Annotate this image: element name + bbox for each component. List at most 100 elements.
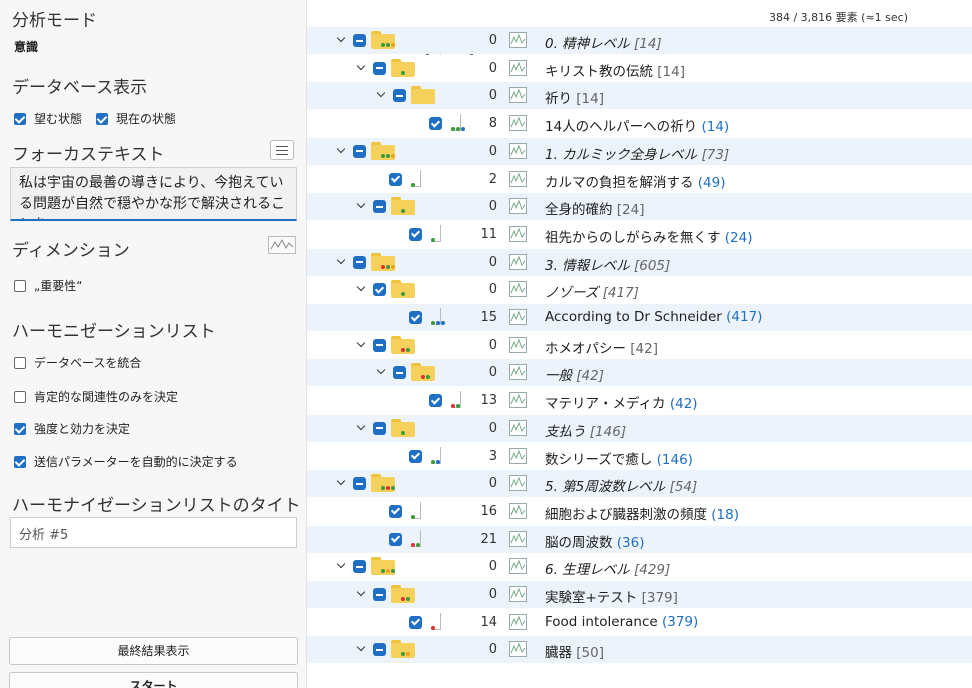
tree-checkbox[interactable]	[429, 394, 442, 408]
waveform-icon[interactable]	[509, 475, 527, 492]
tree-folder-row[interactable]: 0 全身的確約 [24]	[307, 193, 972, 221]
tree-checkbox[interactable]	[393, 89, 406, 103]
chevron-down-icon[interactable]	[357, 423, 367, 433]
tree-folder-row[interactable]: 0 ホメオパシー [42]	[307, 332, 972, 359]
waveform-icon[interactable]	[509, 586, 527, 602]
tree-checkbox[interactable]	[353, 34, 366, 47]
chevron-down-icon[interactable]	[337, 257, 347, 267]
tree-leaf-row[interactable]: 2 カルマの負担を解消する (49)	[307, 166, 972, 193]
document-icon	[407, 169, 423, 189]
waveform-icon[interactable]	[509, 142, 527, 159]
tree-leaf-row[interactable]: 15 According to Dr Schneider (417)	[307, 304, 972, 331]
waveform-icon[interactable]	[509, 309, 527, 325]
waveform-icon[interactable]	[509, 281, 527, 298]
tree-leaf-row[interactable]: 3 数シリーズで癒し (146)	[307, 443, 972, 470]
list-title-input[interactable]: 分析 #5	[10, 517, 297, 548]
tree-folder-row[interactable]: 0 6. 生理レベル [429]	[307, 553, 972, 580]
waveform-icon[interactable]	[509, 336, 527, 353]
tree-folder-row[interactable]: 0 祈り [14]	[307, 82, 972, 110]
tree-checkbox[interactable]	[353, 560, 366, 574]
focus-text-input[interactable]: 私は宇宙の最善の導きにより、今抱えている問題が自然で穏やかな形で解決されることを	[10, 167, 297, 221]
chevron-down-icon[interactable]	[337, 561, 347, 571]
chevron-down-icon[interactable]	[357, 201, 367, 211]
tree-leaf-row[interactable]: 8 14人のヘルパーへの祈り (14)	[307, 110, 972, 137]
chevron-down-icon[interactable]	[337, 478, 347, 488]
start-button[interactable]: スタート	[9, 672, 298, 688]
waveform-icon[interactable]	[509, 364, 527, 381]
tree-folder-row[interactable]: 0 実験室+テスト [379]	[307, 581, 972, 608]
waveform-icon[interactable]	[268, 236, 296, 254]
final-result-button[interactable]: 最終結果表示	[9, 637, 298, 665]
chevron-down-icon[interactable]	[377, 367, 387, 377]
importance-checkbox[interactable]	[14, 279, 26, 292]
current-state-checkbox[interactable]	[96, 112, 109, 125]
chevron-down-icon[interactable]	[357, 63, 367, 73]
tree-checkbox[interactable]	[373, 588, 386, 601]
waveform-icon[interactable]	[509, 613, 527, 630]
tree-folder-row[interactable]: 0 5. 第5周波数レベル [54]	[307, 470, 972, 498]
tree-folder-row[interactable]: 0 一般 [42]	[307, 359, 972, 387]
tree-folder-row[interactable]: 0 3. 情報レベル [605]	[307, 248, 972, 276]
waveform-icon[interactable]	[509, 253, 527, 270]
tree-folder-row[interactable]: 0 ノゾーズ [417]	[307, 276, 972, 303]
tree-checkbox[interactable]	[389, 532, 402, 546]
chevron-down-icon[interactable]	[357, 340, 367, 350]
tree-leaf-row[interactable]: 16 細胞および臓器刺激の頻度 (18)	[307, 498, 972, 525]
tree-checkbox[interactable]	[353, 144, 366, 158]
tree-checkbox[interactable]	[373, 200, 386, 214]
list-view-icon[interactable]	[270, 140, 294, 160]
waveform-icon[interactable]	[509, 419, 527, 436]
tree-leaf-row[interactable]: 14 Food intolerance (379)	[307, 609, 972, 636]
waveform-icon[interactable]	[509, 530, 527, 547]
waveform-icon[interactable]	[509, 502, 527, 519]
tree-folder-row[interactable]: 0 臓器 [50]	[307, 636, 972, 664]
chevron-down-icon[interactable]	[377, 90, 387, 100]
tree-checkbox[interactable]	[353, 255, 366, 269]
tree-checkbox[interactable]	[373, 338, 386, 352]
tree-leaf-row[interactable]: 13 マテリア・メディカ (42)	[307, 387, 972, 414]
waveform-icon[interactable]	[509, 87, 527, 104]
tree-folder-row[interactable]: 0 1. カルミック全身レベル [73]	[307, 137, 972, 165]
tree-panel: 384 / 3,816 要素 (≈1 sec) システム [1,466] 00.…	[306, 0, 972, 688]
tree-checkbox[interactable]	[389, 172, 402, 186]
waveform-icon[interactable]	[509, 198, 527, 215]
waveform-icon[interactable]	[509, 392, 527, 409]
chevron-down-icon[interactable]	[357, 644, 367, 654]
tree-checkbox[interactable]	[409, 449, 422, 463]
chevron-down-icon[interactable]	[337, 35, 347, 45]
intensity-checkbox[interactable]	[14, 422, 26, 435]
folder-icon	[391, 335, 415, 354]
tree-checkbox[interactable]	[373, 283, 386, 297]
tree-checkbox[interactable]	[409, 615, 422, 629]
waveform-icon[interactable]	[509, 558, 527, 575]
tree-folder-row[interactable]: 0 支払う [146]	[307, 414, 972, 442]
tree-leaf-row[interactable]: 11 祖先からのしがらみを無くす (24)	[307, 221, 972, 248]
chevron-down-icon[interactable]	[357, 284, 367, 294]
waveform-icon[interactable]	[509, 641, 527, 658]
tree-checkbox[interactable]	[373, 643, 386, 657]
tree-checkbox[interactable]	[353, 477, 366, 491]
tree-checkbox[interactable]	[389, 504, 402, 518]
tree-checkbox[interactable]	[429, 117, 442, 131]
auto-params-checkbox[interactable]	[14, 455, 26, 468]
chevron-down-icon[interactable]	[337, 146, 347, 156]
tree-checkbox[interactable]	[373, 61, 386, 75]
chevron-down-icon[interactable]	[357, 589, 367, 599]
merge-db-checkbox[interactable]	[14, 356, 26, 369]
tree-folder-row[interactable]: 0 0. 精神レベル [14]	[307, 27, 972, 54]
desired-state-checkbox[interactable]	[14, 112, 26, 125]
tree-checkbox[interactable]	[373, 421, 386, 435]
tree-checkbox[interactable]	[409, 311, 422, 324]
waveform-icon[interactable]	[509, 32, 527, 48]
tree-checkbox[interactable]	[393, 366, 406, 380]
waveform-icon[interactable]	[509, 59, 527, 76]
tree-folder-row[interactable]: 0 キリスト教の伝統 [14]	[307, 55, 972, 82]
waveform-icon[interactable]	[509, 225, 527, 242]
waveform-icon[interactable]	[509, 115, 527, 132]
waveform-icon[interactable]	[509, 447, 527, 464]
tree-checkbox[interactable]	[409, 227, 422, 241]
tree-leaf-row[interactable]: 21 脳の周波数 (36)	[307, 525, 972, 553]
positive-only-checkbox[interactable]	[14, 390, 26, 403]
waveform-icon[interactable]	[509, 170, 527, 187]
analysis-mode-value[interactable]: 意識	[14, 38, 38, 55]
